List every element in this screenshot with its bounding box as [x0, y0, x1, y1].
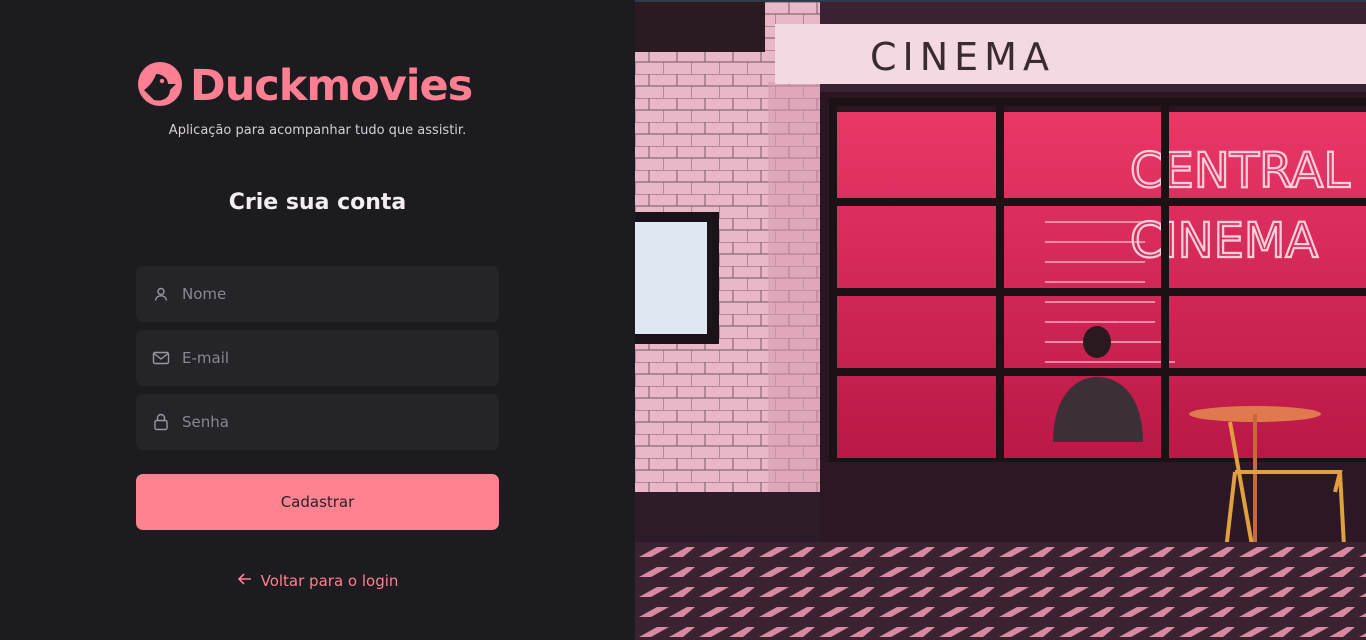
user-icon	[152, 285, 170, 303]
password-input[interactable]	[182, 402, 482, 442]
neon-sign-line2: CINEMA	[1130, 213, 1318, 269]
arrow-left-icon	[237, 571, 261, 591]
duck-icon	[136, 60, 184, 112]
lock-icon	[152, 413, 170, 431]
mail-icon	[152, 349, 170, 367]
email-input[interactable]	[182, 338, 482, 378]
tagline: Aplicação para acompanhar tudo que assis…	[168, 123, 467, 138]
password-field[interactable]	[136, 394, 499, 450]
name-field[interactable]	[136, 266, 499, 322]
email-field[interactable]	[136, 330, 499, 386]
brand-name: Duckmovies	[190, 61, 473, 111]
back-label: Voltar para o login	[260, 572, 399, 590]
cinema-sign-text: CINEMA	[870, 35, 1055, 79]
signup-button[interactable]: Cadastrar	[136, 474, 499, 530]
back-to-login-link[interactable]: Voltar para o login	[0, 571, 635, 591]
brand-logo: Duckmovies	[136, 60, 473, 112]
name-input[interactable]	[182, 274, 482, 314]
page-title: Crie sua conta	[228, 190, 407, 215]
cinema-hero-image: CINEMA CENTRAL CINEMA	[635, 2, 1366, 640]
signup-panel: Duckmovies Aplicação para acompanhar tud…	[0, 0, 635, 640]
